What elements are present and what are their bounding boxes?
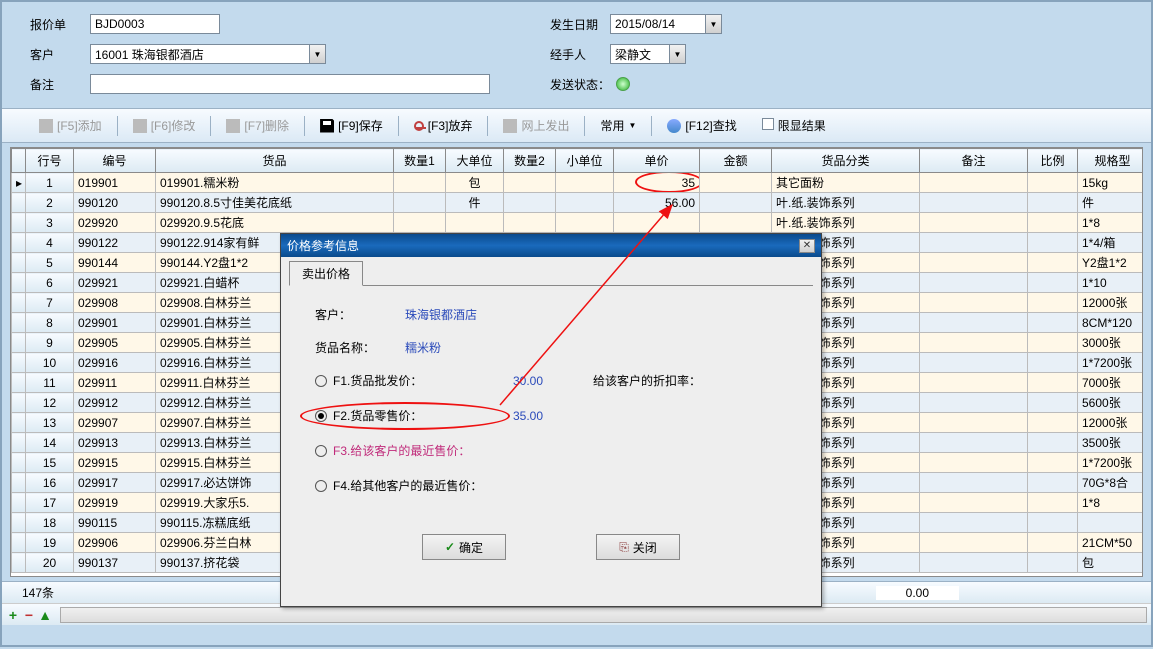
- add-icon: [39, 119, 53, 133]
- col-header[interactable]: 数量2: [504, 149, 556, 173]
- dialog-title: 价格参考信息: [287, 237, 359, 254]
- ok-button[interactable]: ✓确定: [422, 534, 506, 560]
- abort-icon: [414, 121, 424, 131]
- price-reference-dialog: 价格参考信息 ✕ 卖出价格 客户：珠海银都酒店 货品名称：糯米粉 F1.货品批发…: [280, 233, 822, 607]
- col-header[interactable]: 数量1: [394, 149, 446, 173]
- col-header[interactable]: 大单位: [446, 149, 504, 173]
- radio-f4[interactable]: [315, 480, 327, 492]
- publish-icon: [503, 119, 517, 133]
- customer-dropdown-button[interactable]: ▼: [310, 44, 326, 64]
- col-header[interactable]: 金额: [700, 149, 772, 173]
- abort-button[interactable]: [F3]放弃: [403, 113, 484, 138]
- delete-icon: [226, 119, 240, 133]
- tab-sell-price[interactable]: 卖出价格: [289, 261, 363, 286]
- nav-ok-icon[interactable]: ▲: [38, 608, 52, 622]
- table-row[interactable]: 3029920029920.9.5花底 叶.纸.装饰系列1*8: [12, 213, 1144, 233]
- f4-label: F4.给其他客户的最近售价：: [333, 477, 482, 494]
- edit-button[interactable]: [F6]修改: [122, 113, 207, 138]
- col-header[interactable]: 货品分类: [772, 149, 920, 173]
- check-icon: ✓: [445, 540, 455, 554]
- search-icon: [667, 119, 681, 133]
- col-header[interactable]: 比例: [1028, 149, 1078, 173]
- add-button[interactable]: [F5]添加: [28, 113, 113, 138]
- col-header[interactable]: 规格型: [1078, 149, 1144, 173]
- radio-f2[interactable]: [315, 410, 327, 422]
- table-row[interactable]: 2990120990120.8.5寸佳美花底纸 件 56.00叶.纸.装饰系列件: [12, 193, 1144, 213]
- nav-del-icon[interactable]: −: [22, 608, 36, 622]
- annotation-circle-price: [635, 173, 700, 193]
- dlg-customer-value: 珠海银都酒店: [405, 306, 477, 323]
- h-scrollbar[interactable]: [60, 607, 1147, 623]
- remark-input[interactable]: [90, 74, 490, 94]
- handler-input[interactable]: [610, 44, 670, 64]
- remark-label: 备注: [30, 76, 90, 93]
- common-button[interactable]: 常用 ▼: [589, 113, 647, 138]
- dlg-customer-label: 客户：: [315, 306, 405, 323]
- dialog-close-button[interactable]: ✕: [799, 239, 815, 253]
- table-row[interactable]: ▸ 1019901019901.糯米粉 包 35其它面粉15kg: [12, 173, 1144, 193]
- radio-f3[interactable]: [315, 445, 327, 457]
- send-status-icon: [616, 77, 630, 91]
- col-header[interactable]: 行号: [26, 149, 74, 173]
- handler-label: 经手人: [550, 46, 610, 63]
- discount-label: 给该客户的折扣率：: [593, 372, 701, 389]
- quote-input[interactable]: [90, 14, 220, 34]
- col-header[interactable]: 小单位: [556, 149, 614, 173]
- chevron-down-icon: ▼: [628, 121, 636, 130]
- col-header[interactable]: 备注: [920, 149, 1028, 173]
- door-icon: ⎘: [619, 540, 629, 555]
- find-button[interactable]: [F12]查找: [656, 113, 747, 138]
- save-button[interactable]: [F9]保存: [309, 113, 394, 138]
- publish-button[interactable]: 网上发出: [492, 113, 580, 138]
- date-dropdown-button[interactable]: ▼: [706, 14, 722, 34]
- quote-label: 报价单: [30, 16, 90, 33]
- footer-total: 0.00: [876, 586, 959, 600]
- toolbar: [F5]添加 [F6]修改 [F7]删除 [F9]保存 [F3]放弃 网上发出 …: [2, 108, 1151, 143]
- date-label: 发生日期: [550, 16, 610, 33]
- f1-label: F1.货品批发价：: [333, 372, 483, 389]
- close-button[interactable]: ⎘关闭: [596, 534, 680, 560]
- limit-checkbox[interactable]: 限显结果: [762, 117, 826, 134]
- f3-label: F3.给该客户的最近售价：: [333, 442, 470, 459]
- customer-label: 客户: [30, 46, 90, 63]
- customer-input[interactable]: [90, 44, 310, 64]
- date-input[interactable]: [610, 14, 706, 34]
- col-header[interactable]: 单价: [614, 149, 700, 173]
- delete-button[interactable]: [F7]删除: [215, 113, 300, 138]
- save-icon: [320, 119, 334, 133]
- dialog-titlebar[interactable]: 价格参考信息 ✕: [281, 234, 821, 257]
- nav-add-icon[interactable]: +: [6, 608, 20, 622]
- dlg-product-value: 糯米粉: [405, 339, 441, 356]
- form-area: 报价单 发生日期 ▼ 客户 ▼ 经手人 ▼ 备注 发送状态：: [2, 2, 1151, 108]
- edit-icon: [133, 119, 147, 133]
- send-status-label: 发送状态：: [550, 76, 610, 93]
- row-count: 147条: [22, 584, 54, 601]
- dlg-product-label: 货品名称：: [315, 339, 405, 356]
- handler-dropdown-button[interactable]: ▼: [670, 44, 686, 64]
- f1-value: 30.00: [483, 374, 543, 388]
- f2-value: 35.00: [483, 409, 543, 423]
- col-header[interactable]: 货品: [156, 149, 394, 173]
- radio-f1[interactable]: [315, 375, 327, 387]
- col-header[interactable]: 编号: [74, 149, 156, 173]
- f2-label: F2.货品零售价：: [333, 407, 483, 424]
